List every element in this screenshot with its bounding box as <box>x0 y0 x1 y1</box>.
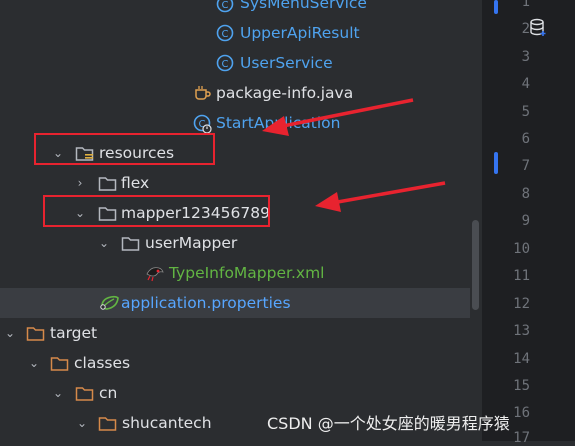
annotation-arrow <box>315 181 446 212</box>
annotation-arrow <box>262 98 414 136</box>
watermark: CSDN @一个处女座的暖男程序猿 <box>267 414 510 433</box>
annotation-arrows <box>262 98 446 212</box>
